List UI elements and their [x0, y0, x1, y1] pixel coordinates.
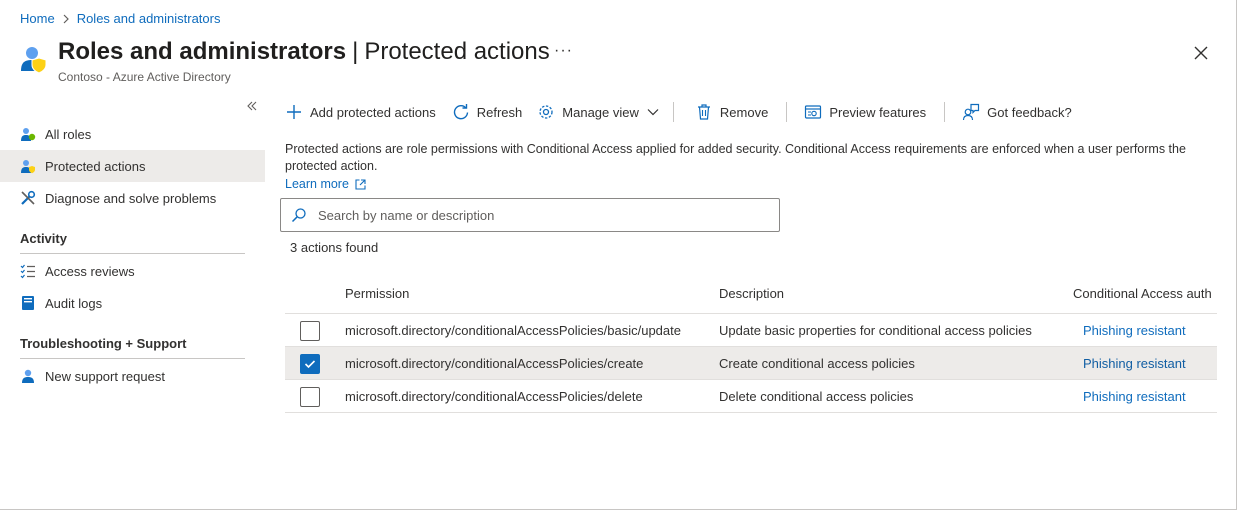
- collapse-sidebar-icon[interactable]: [246, 99, 258, 115]
- divider: [20, 253, 245, 254]
- checklist-icon: [20, 263, 36, 279]
- add-label: Add protected actions: [310, 104, 436, 120]
- sidebar-item-label: Diagnose and solve problems: [45, 190, 217, 206]
- page-title-main: Roles and administrators: [58, 38, 347, 65]
- learn-more-link[interactable]: Learn more: [285, 177, 366, 191]
- sidebar-item-label: New support request: [45, 368, 165, 384]
- blade: Home Roles and administrators Roles and …: [0, 0, 1237, 510]
- trash-icon: [695, 103, 713, 121]
- search-icon: [291, 207, 307, 223]
- sidebar-item-label: Audit logs: [45, 295, 103, 311]
- breadcrumb-home-link[interactable]: Home: [20, 11, 55, 26]
- checkmark-icon: [304, 360, 316, 369]
- row-checkbox[interactable]: [300, 354, 320, 374]
- toolbar-divider: [672, 102, 674, 122]
- column-header-description[interactable]: Description: [719, 286, 784, 301]
- sidebar-item-new-support-request[interactable]: New support request: [0, 360, 265, 392]
- plus-icon: [285, 103, 303, 121]
- description-cell: Delete conditional access policies: [719, 389, 914, 404]
- command-bar: Add protected actions Refresh Manage vie…: [285, 100, 1072, 124]
- auth-strength-link[interactable]: Phishing resistant: [1083, 389, 1186, 404]
- external-link-icon: [355, 178, 366, 190]
- gear-icon: [537, 103, 555, 121]
- search-box[interactable]: [280, 198, 780, 232]
- sidebar-item-access-reviews[interactable]: Access reviews: [0, 255, 265, 287]
- manage-view-label: Manage view: [562, 104, 639, 120]
- table-row[interactable]: microsoft.directory/conditionalAccessPol…: [285, 380, 1217, 413]
- divider: [20, 358, 245, 359]
- table-row[interactable]: microsoft.directory/conditionalAccessPol…: [285, 314, 1217, 347]
- sidebar-item-label: Access reviews: [45, 263, 135, 279]
- search-input[interactable]: [318, 207, 758, 223]
- more-options-button[interactable]: ···: [554, 42, 573, 60]
- sidebar-item-label: All roles: [45, 126, 92, 142]
- sidebar-item-protected-actions[interactable]: Protected actions: [0, 150, 265, 182]
- auth-strength-link[interactable]: Phishing resistant: [1083, 356, 1186, 371]
- preview-features-button[interactable]: Preview features: [804, 103, 926, 121]
- results-count: 3 actions found: [290, 240, 379, 255]
- table-row[interactable]: microsoft.directory/conditionalAccessPol…: [285, 347, 1217, 380]
- feedback-label: Got feedback?: [987, 104, 1072, 120]
- support-person-icon: [20, 368, 36, 384]
- breadcrumb: Home Roles and administrators: [20, 11, 220, 26]
- title-separator: |: [352, 38, 359, 65]
- auth-strength-link[interactable]: Phishing resistant: [1083, 323, 1186, 338]
- row-checkbox[interactable]: [300, 387, 320, 407]
- preview-icon: [804, 103, 822, 121]
- toolbar-divider: [786, 102, 788, 122]
- feedback-icon: [962, 103, 980, 121]
- support-heading: Troubleshooting + Support: [20, 336, 187, 351]
- breadcrumb-roles-link[interactable]: Roles and administrators: [77, 11, 221, 26]
- all-roles-icon: [20, 126, 36, 142]
- sidebar-item-diagnose[interactable]: Diagnose and solve problems: [0, 182, 265, 214]
- description-cell: Create conditional access policies: [719, 356, 915, 371]
- refresh-icon: [452, 103, 470, 121]
- wrench-icon: [20, 190, 36, 206]
- learn-more-label: Learn more: [285, 177, 349, 191]
- page-title: Roles and administrators | Protected actio…: [58, 38, 550, 66]
- page-subtitle: Contoso - Azure Active Directory: [58, 70, 231, 84]
- permission-cell: microsoft.directory/conditionalAccessPol…: [345, 389, 643, 404]
- refresh-button[interactable]: Refresh: [452, 103, 523, 121]
- description-cell: Update basic properties for conditional …: [719, 323, 1032, 338]
- manage-view-button[interactable]: Manage view: [537, 103, 659, 121]
- row-checkbox[interactable]: [300, 321, 320, 341]
- chevron-down-icon: [647, 108, 659, 116]
- sidebar-item-all-roles[interactable]: All roles: [0, 118, 265, 150]
- feedback-button[interactable]: Got feedback?: [962, 103, 1072, 121]
- close-icon[interactable]: [1191, 43, 1211, 63]
- refresh-label: Refresh: [476, 104, 523, 120]
- chevron-right-icon: [62, 14, 70, 24]
- activity-heading: Activity: [20, 231, 67, 246]
- preview-label: Preview features: [829, 104, 927, 120]
- remove-label: Remove: [719, 104, 769, 120]
- column-header-ca-auth[interactable]: Conditional Access auth: [1073, 286, 1212, 301]
- page-title-section: Protected actions: [364, 38, 550, 65]
- description-text: Protected actions are role permissions w…: [285, 142, 1186, 173]
- protected-actions-icon: [20, 158, 36, 174]
- permission-cell: microsoft.directory/conditionalAccessPol…: [345, 356, 644, 371]
- toolbar-divider: [944, 102, 946, 122]
- remove-button[interactable]: Remove: [695, 103, 768, 121]
- add-protected-actions-button[interactable]: Add protected actions: [285, 103, 436, 121]
- audit-log-icon: [20, 295, 36, 311]
- roles-admin-icon: [20, 44, 48, 74]
- column-header-permission[interactable]: Permission: [345, 286, 409, 301]
- sidebar-item-audit-logs[interactable]: Audit logs: [0, 287, 265, 319]
- permission-cell: microsoft.directory/conditionalAccessPol…: [345, 323, 681, 338]
- sidebar-item-label: Protected actions: [45, 158, 146, 174]
